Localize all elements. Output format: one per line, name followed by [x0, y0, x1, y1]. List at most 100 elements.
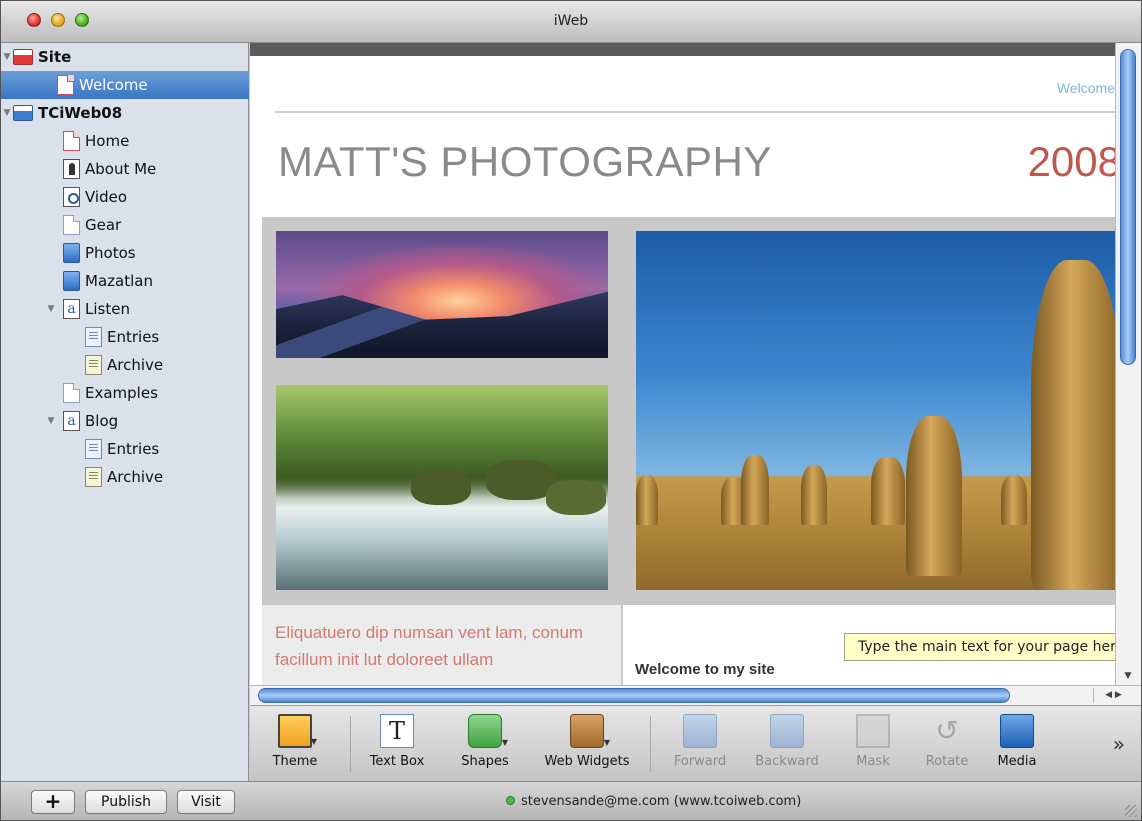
scroll-arrows-icon[interactable]: ◀ ▶ [1093, 688, 1133, 703]
sidebar-item-video[interactable]: Video [1, 183, 249, 211]
sidebar-item-label: Home [85, 132, 130, 150]
entries-icon [85, 327, 102, 347]
sidebar-item-gear[interactable]: Gear [1, 211, 249, 239]
sidebar-item-blog[interactable]: ▼ a Blog [1, 407, 249, 435]
page-canvas: Welcome MATT'S PHOTOGRAPHY 2008 Eliquatu… [250, 43, 1141, 705]
bring-forward-icon [683, 714, 717, 748]
rotate-icon: ↺ [935, 714, 959, 747]
theme-button[interactable]: ▼ Theme [250, 711, 340, 769]
sidebar-item-photos[interactable]: Photos [1, 239, 249, 267]
bottom-bar: + Publish Visit stevensande@me.com (www.… [1, 781, 1141, 820]
sidebar-item-listen[interactable]: ▼ a Listen [1, 295, 249, 323]
page-icon [63, 131, 80, 151]
sunset-photo[interactable] [276, 231, 608, 358]
forward-button[interactable]: Forward [655, 714, 745, 769]
online-status-icon [506, 796, 515, 805]
site-icon [13, 105, 33, 121]
sidebar-item-listen-archive[interactable]: Archive [1, 351, 249, 379]
nav-link-welcome[interactable]: Welcome [1057, 80, 1115, 96]
disclosure-triangle-icon[interactable]: ▼ [1, 52, 13, 62]
divider [275, 111, 1115, 113]
disclosure-triangle-icon[interactable]: ▼ [1, 108, 13, 118]
caption-text[interactable]: Eliquatuero dip numsan vent lam, conum f… [275, 619, 615, 673]
account-status: stevensande@me.com (www.tcoiweb.com) [506, 794, 801, 809]
photos-icon [63, 243, 80, 263]
archive-icon [85, 467, 102, 487]
sidebar-item-blog-entries[interactable]: Entries [1, 435, 249, 463]
sidebar-item-label: Welcome [79, 76, 148, 94]
sidebar-item-tciweb08[interactable]: ▼ TCiWeb08 [1, 99, 249, 127]
sidebar-item-label: Video [85, 188, 128, 206]
mask-icon [856, 714, 890, 748]
page-title[interactable]: MATT'S PHOTOGRAPHY [278, 138, 772, 186]
sidebar-item-label: Blog [85, 412, 119, 430]
sidebar-item-mazatlan[interactable]: Mazatlan [1, 267, 249, 295]
sidebar-item-label: Listen [85, 300, 130, 318]
page-icon [63, 215, 80, 235]
sidebar-item-site[interactable]: ▼ Site [1, 43, 249, 71]
sidebar-item-label: Archive [107, 468, 164, 486]
sidebar-item-label: Gear [85, 216, 122, 234]
media-icon [1000, 714, 1034, 748]
sidebar-item-label: Entries [107, 328, 160, 346]
page-year[interactable]: 2008 [1028, 138, 1115, 186]
tooltip: Type the main text for your page here [844, 633, 1141, 661]
account-label: stevensande@me.com (www.tcoiweb.com) [521, 794, 802, 809]
page-icon [63, 383, 80, 403]
horizontal-scrollbar[interactable]: ◀ ▶ [250, 685, 1141, 705]
toolbar: ▼ Theme T Text Box ▼ Shapes ▼ Web Widget… [250, 705, 1141, 781]
web-widgets-button[interactable]: ▼ Web Widgets [542, 714, 632, 769]
send-backward-icon [770, 714, 804, 748]
sidebar-item-examples[interactable]: Examples [1, 379, 249, 407]
visit-button[interactable]: Visit [177, 790, 235, 814]
add-page-button[interactable]: + [31, 790, 75, 814]
text-box-button[interactable]: T Text Box [352, 714, 442, 769]
toolbar-overflow-icon[interactable]: » [1113, 732, 1125, 756]
disclosure-triangle-icon[interactable]: ▼ [45, 416, 57, 426]
blog-icon: a [63, 299, 80, 319]
sidebar-item-label: TCiWeb08 [38, 104, 123, 122]
video-icon [63, 187, 80, 207]
web-widgets-icon: ▼ [570, 714, 610, 748]
sidebar-item-label: Site [38, 48, 72, 66]
site-organizer-sidebar: ▼ Site Welcome ▼ TCiWeb08 Home About Me … [1, 43, 249, 781]
sidebar-item-home[interactable]: Home [1, 127, 249, 155]
sidebar-item-about-me[interactable]: About Me [1, 155, 249, 183]
backward-button[interactable]: Backward [742, 714, 832, 769]
entries-icon [85, 439, 102, 459]
person-icon [63, 159, 80, 179]
iweb-window: iWeb ▼ Site Welcome ▼ TCiWeb08 Home Abou… [0, 0, 1142, 821]
window-title: iWeb [553, 13, 589, 29]
sidebar-item-blog-archive[interactable]: Archive [1, 463, 249, 491]
sidebar-item-label: Entries [107, 440, 160, 458]
sidebar-item-welcome[interactable]: Welcome [1, 71, 249, 99]
scroll-down-arrow-icon[interactable]: ▼ [1115, 666, 1141, 686]
theme-icon: ▼ [274, 711, 317, 748]
sidebar-item-label: Archive [107, 356, 164, 374]
sidebar-item-label: Mazatlan [85, 272, 153, 290]
sidebar-item-label: About Me [85, 160, 157, 178]
sidebar-item-label: Examples [85, 384, 158, 402]
horizontal-scroll-thumb[interactable] [258, 688, 1010, 703]
blog-icon: a [63, 411, 80, 431]
media-button[interactable]: Media [972, 714, 1062, 769]
web-page[interactable]: Welcome MATT'S PHOTOGRAPHY 2008 Eliquatu… [250, 56, 1115, 705]
publish-button[interactable]: Publish [85, 790, 167, 814]
sidebar-item-label: Photos [85, 244, 136, 262]
site-icon [13, 49, 33, 65]
page-icon [57, 75, 74, 95]
sidebar-item-listen-entries[interactable]: Entries [1, 323, 249, 351]
title-bar: iWeb [1, 1, 1141, 43]
desert-pinnacles-photo[interactable] [636, 231, 1115, 590]
main-heading[interactable]: Welcome to my site [635, 661, 775, 678]
archive-icon [85, 355, 102, 375]
shapes-button[interactable]: ▼ Shapes [440, 714, 530, 769]
disclosure-triangle-icon[interactable]: ▼ [45, 304, 57, 314]
resize-grip-icon[interactable] [1125, 805, 1137, 817]
vertical-scrollbar[interactable] [1115, 43, 1141, 686]
vertical-scroll-thumb[interactable] [1120, 49, 1136, 365]
text-box-icon: T [380, 714, 414, 748]
photos-icon [63, 271, 80, 291]
river-photo[interactable] [276, 385, 608, 590]
shapes-icon: ▼ [468, 714, 508, 748]
